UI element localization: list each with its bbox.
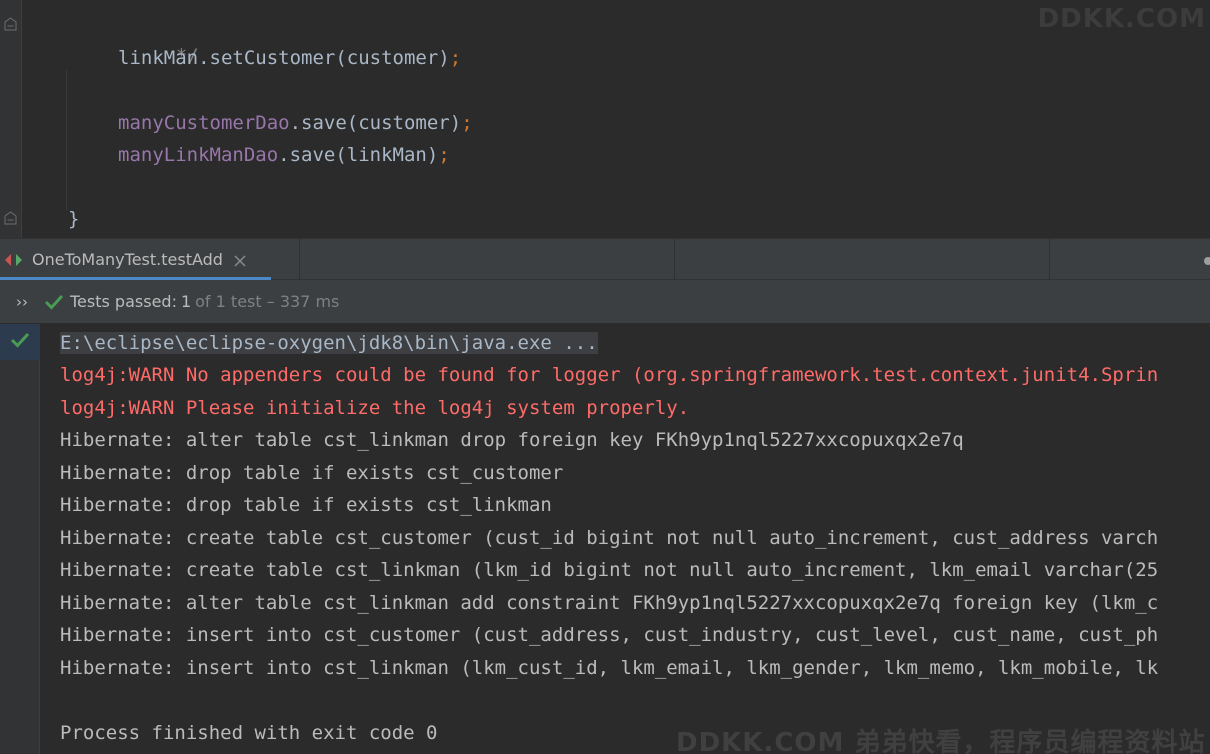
run-tab-onetomanytest[interactable]: OneToManyTest.testAdd (0, 239, 271, 280)
console-line-exit: Process finished with exit code 0 (60, 722, 438, 744)
console-line: Hibernate: drop table if exists cst_link… (60, 494, 552, 516)
close-icon[interactable] (233, 253, 247, 267)
console-line: Hibernate: create table cst_customer (cu… (60, 527, 1159, 549)
check-icon (44, 293, 64, 311)
tab-divider (674, 239, 675, 280)
console-line: Hibernate: alter table cst_linkman drop … (60, 429, 964, 451)
console-line-warn: log4j:WARN Please initialize the log4j s… (60, 397, 690, 419)
editor-gutter (0, 0, 21, 238)
console-line: Hibernate: create table cst_linkman (lkm… (60, 559, 1159, 581)
tab-divider (299, 239, 300, 280)
console-line: Hibernate: insert into cst_customer (cus… (60, 624, 1159, 646)
test-tree-strip (0, 324, 40, 754)
console-line: Hibernate: insert into cst_linkman (lkm_… (60, 657, 1159, 679)
console-line-warn: log4j:WARN No appenders could be found f… (60, 364, 1159, 386)
console-line-command: E:\eclipse\eclipse-oxygen\jdk8\bin\java.… (60, 332, 598, 354)
fold-marker-icon[interactable] (4, 17, 17, 31)
code-line-close-brace: } (68, 208, 80, 230)
indent-guide (66, 70, 67, 210)
fold-marker-icon[interactable] (4, 211, 17, 225)
check-icon (10, 331, 30, 353)
expand-icon[interactable]: ›› (16, 293, 34, 311)
code-line-set-customer: linkMan.setCustomer(customer); (118, 47, 462, 69)
code-line-save-customer: manyCustomerDao.save(customer); (118, 112, 473, 134)
code-line-comment-end: */ (175, 45, 199, 67)
test-status-bar: ›› Tests passed: 1 of 1 test – 337 ms (0, 280, 1210, 324)
run-tab-label: OneToManyTest.testAdd (32, 250, 223, 269)
tab-divider (1049, 239, 1050, 280)
settings-icon[interactable] (1200, 253, 1210, 267)
console-line: Hibernate: alter table cst_linkman add c… (60, 592, 1159, 614)
code-editor[interactable]: */ linkMan.setCustomer(customer); manyCu… (0, 0, 1210, 238)
run-console[interactable]: E:\eclipse\eclipse-oxygen\jdk8\bin\java.… (0, 324, 1210, 754)
status-label: Tests passed: (70, 292, 177, 311)
watermark-bottom: DDKK.COM 弟弟快看，程序员编程资料站 (676, 728, 1206, 754)
status-passed-count: 1 (180, 292, 192, 311)
run-tab-bar: OneToManyTest.testAdd (0, 238, 1210, 280)
status-detail: of 1 test – 337 ms (195, 292, 340, 311)
gutter-divider (21, 0, 22, 238)
test-tree-row[interactable] (0, 324, 40, 360)
watermark-top: DDKK.COM (1037, 4, 1206, 34)
code-line-save-linkman: manyLinkManDao.save(linkMan); (118, 144, 450, 166)
console-line: Hibernate: drop table if exists cst_cust… (60, 462, 564, 484)
run-config-icon (4, 253, 24, 267)
